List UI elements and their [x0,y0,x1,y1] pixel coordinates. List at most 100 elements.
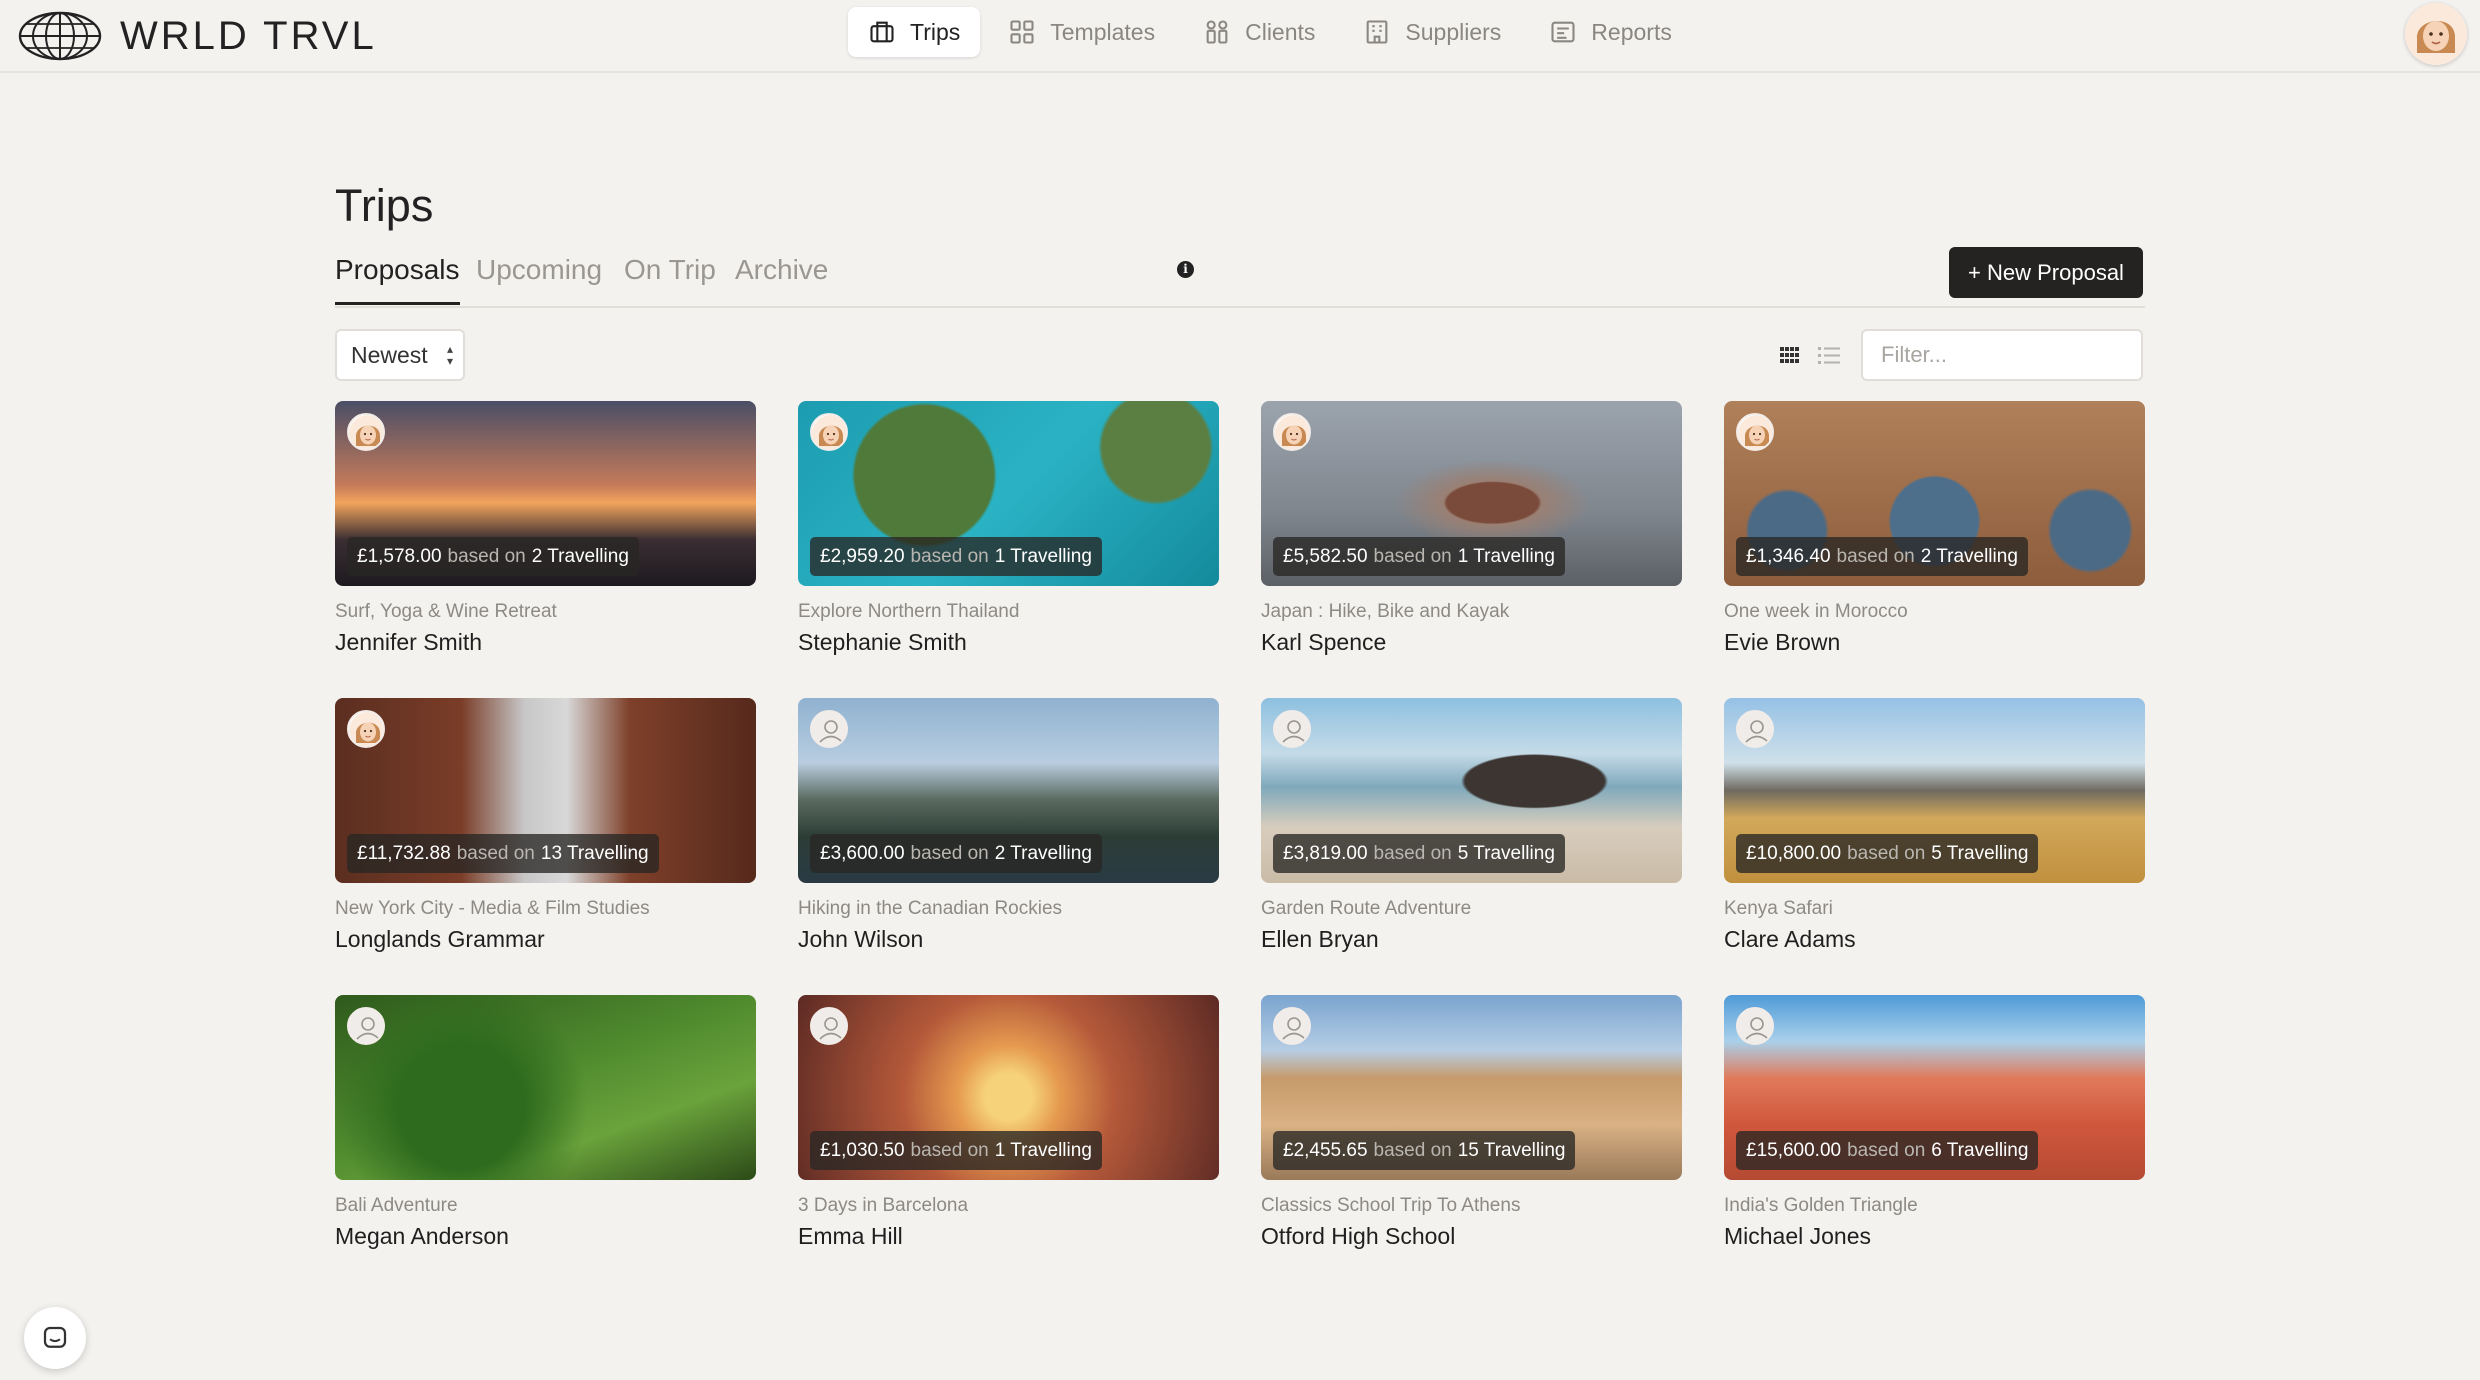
client-avatar [810,413,848,451]
traveller-count: 15 Travelling [1457,1139,1566,1161]
trip-image[interactable]: £10,800.00 based on 5 Travelling [1724,698,2145,883]
trip-image[interactable] [335,995,756,1180]
tab-upcoming[interactable]: Upcoming [476,254,602,302]
client-name[interactable]: Evie Brown [1724,629,1840,656]
filter-input[interactable] [1861,329,2143,381]
traveller-count: 2 Travelling [531,545,629,567]
traveller-count: 2 Travelling [994,842,1092,864]
traveller-count: 6 Travelling [1931,1139,2029,1161]
report-icon [1551,21,1575,43]
tab-on-trip[interactable]: On Trip [624,254,716,302]
client-name[interactable]: Ellen Bryan [1261,926,1379,953]
client-avatar [347,710,385,748]
price-badge: £10,800.00 based on 5 Travelling [1736,834,2039,873]
trip-image[interactable]: £3,819.00 based on 5 Travelling [1261,698,1682,883]
price-label: based on [1373,545,1452,567]
traveller-count: 13 Travelling [540,842,649,864]
sort-value: Newest [351,341,428,368]
trip-card[interactable]: £15,600.00 based on 6 Travelling India's Go… [1724,995,2145,1257]
list-view-icon[interactable] [1817,344,1841,366]
grid-view-icon[interactable] [1779,344,1801,366]
top-bar: WRLD TRVL Trips Templates Clients Suppli… [0,0,2480,73]
client-name[interactable]: Otford High School [1261,1223,1455,1250]
sort-select[interactable]: Newest ▴ ▾ [335,329,465,381]
price-value: £2,455.65 [1283,1139,1368,1161]
client-name[interactable]: Michael Jones [1724,1223,1871,1250]
trip-card[interactable]: £1,346.40 based on 2 Travelling One week in… [1724,401,2145,663]
trip-name: 3 Days in Barcelona [798,1195,969,1216]
price-badge: £1,578.00 based on 2 Travelling [347,537,639,576]
briefcase-icon [870,21,894,43]
trip-image[interactable]: £1,578.00 based on 2 Travelling [335,401,756,586]
price-value: £5,582.50 [1283,545,1368,567]
tab-proposals[interactable]: Proposals [335,254,460,305]
trip-card[interactable]: £1,030.50 based on 1 Travelling 3 Days in B… [798,995,1219,1257]
trip-card[interactable]: £2,959.20 based on 1 Travelling Explore Nor… [798,401,1219,663]
client-name[interactable]: Karl Spence [1261,629,1386,656]
logo-text: WRLD TRVL [120,13,377,58]
client-avatar [810,710,848,748]
client-name[interactable]: Emma Hill [798,1223,903,1250]
trip-card[interactable]: £3,600.00 based on 2 Travelling Hiking in t… [798,698,1219,960]
trip-card[interactable]: £5,582.50 based on 1 Travelling Japan : Hik… [1261,401,1682,663]
trip-image[interactable]: £1,030.50 based on 1 Travelling [798,995,1219,1180]
price-value: £10,800.00 [1746,842,1842,864]
client-avatar [1736,413,1774,451]
chat-button[interactable] [24,1307,86,1369]
people-icon [1206,20,1228,44]
trip-image[interactable]: £5,582.50 based on 1 Travelling [1261,401,1682,586]
price-value: £15,600.00 [1746,1139,1842,1161]
client-avatar [347,1007,385,1045]
trip-image[interactable]: £3,600.00 based on 2 Travelling [798,698,1219,883]
trip-image[interactable]: £2,959.20 based on 1 Travelling [798,401,1219,586]
client-name[interactable]: Jennifer Smith [335,629,482,656]
trip-image[interactable]: £11,732.88 based on 13 Travelling [335,698,756,883]
price-label: based on [1836,545,1915,567]
nav-trips[interactable]: Trips [848,7,981,57]
trip-image[interactable]: £1,346.40 based on 2 Travelling [1724,401,2145,586]
nav-suppliers[interactable]: Suppliers [1343,7,1521,57]
price-value: £1,346.40 [1746,545,1831,567]
client-avatar [1273,710,1311,748]
nav-templates[interactable]: Templates [988,7,1175,57]
trip-image[interactable]: £2,455.65 based on 15 Travelling [1261,995,1682,1180]
trip-card[interactable]: £2,455.65 based on 15 Travelling Classics S… [1261,995,1682,1257]
user-avatar[interactable] [2405,3,2467,65]
trip-name: Garden Route Adventure [1261,898,1472,919]
traveller-count: 1 Travelling [994,1139,1092,1161]
trip-card[interactable]: £3,819.00 based on 5 Travelling Garden Rout… [1261,698,1682,960]
trip-tabs: Proposals Upcoming On Trip Archive i [335,250,2145,308]
price-value: £1,578.00 [357,545,442,567]
trip-name: Japan : Hike, Bike and Kayak [1261,601,1510,622]
info-icon[interactable]: i [1177,261,1194,278]
nav-clients[interactable]: Clients [1183,7,1335,57]
trip-name: Classics School Trip To Athens [1261,1195,1521,1216]
client-name[interactable]: Clare Adams [1724,926,1856,953]
trip-card[interactable]: £1,578.00 based on 2 Travelling Surf, Yoga … [335,401,756,663]
chevron-up-down-icon: ▴ ▾ [446,342,453,368]
price-value: £1,030.50 [820,1139,905,1161]
price-value: £11,732.88 [357,842,451,864]
new-proposal-button[interactable]: + New Proposal [1949,247,2143,298]
client-name[interactable]: Longlands Grammar [335,926,545,953]
price-badge: £3,819.00 based on 5 Travelling [1273,834,1565,873]
traveller-count: 1 Travelling [1457,545,1555,567]
traveller-count: 2 Travelling [1920,545,2018,567]
nav-reports[interactable]: Reports [1529,7,1692,57]
trip-image[interactable]: £15,600.00 based on 6 Travelling [1724,995,2145,1180]
price-label: based on [910,1139,989,1161]
client-name[interactable]: John Wilson [798,926,923,953]
price-badge: £3,600.00 based on 2 Travelling [810,834,1102,873]
client-name[interactable]: Megan Anderson [335,1223,509,1250]
client-avatar [1736,710,1774,748]
trip-card[interactable]: Bali Adventure Megan Anderson [335,995,756,1257]
client-name[interactable]: Stephanie Smith [798,629,967,656]
trip-card[interactable]: £10,800.00 based on 5 Travelling Kenya Safa… [1724,698,2145,960]
chat-icon [43,1326,67,1348]
user-avatar-image [2405,3,2467,65]
tab-archive[interactable]: Archive [735,254,828,302]
trip-card[interactable]: £11,732.88 based on 13 Travelling New York … [335,698,756,960]
price-badge: £5,582.50 based on 1 Travelling [1273,537,1565,576]
trip-name: Kenya Safari [1724,898,1833,919]
logo[interactable]: WRLD TRVL [18,6,377,66]
